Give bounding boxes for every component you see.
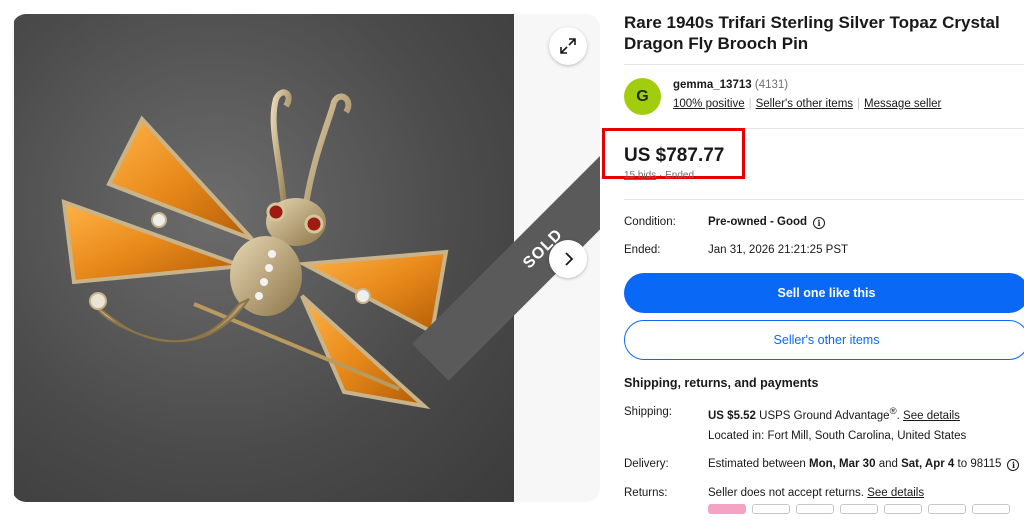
shipping-label: Shipping:	[624, 406, 672, 418]
returns-label: Returns:	[624, 487, 668, 499]
sell-one-like-this-button[interactable]: Sell one like this	[624, 273, 1024, 313]
item-details-panel: Rare 1940s Trifari Sterling Silver Topaz…	[602, 12, 1024, 499]
next-image-button[interactable]	[549, 240, 587, 278]
returns-see-details-link[interactable]: See details	[867, 487, 924, 499]
condition-label: Condition:	[624, 216, 676, 228]
seller-links: 100% positive | Seller's other items | Messa…	[673, 98, 942, 110]
seller-name-row: gemma_13713 (4131)	[673, 79, 788, 91]
divider	[624, 199, 1024, 200]
listing-title: Rare 1940s Trifari Sterling Silver Topaz…	[624, 13, 1000, 53]
divider	[624, 64, 1024, 65]
returns-value: Seller does not accept returns. See deta…	[708, 487, 925, 499]
seller-feedback-count: (4131)	[754, 79, 789, 91]
listing-page: SOLD Rare 1940s Trifari Sterling Silver …	[0, 0, 1024, 520]
seller-positive-link[interactable]: 100% positive	[673, 98, 745, 110]
image-gallery: SOLD	[12, 14, 600, 502]
seller-other-items-link[interactable]: Seller's other items	[756, 98, 853, 110]
bids-status: 15 bids · Ended	[624, 170, 695, 181]
message-seller-link[interactable]: Message seller	[864, 98, 941, 110]
seller-avatar[interactable]: G	[624, 78, 661, 115]
bids-link[interactable]: 15 bids	[624, 170, 656, 181]
item-price: US $787.77	[624, 145, 725, 166]
shipping-see-details-link[interactable]: See details	[903, 410, 960, 422]
payment-icon	[796, 504, 834, 514]
payment-icon	[752, 504, 790, 514]
product-photo[interactable]	[14, 14, 514, 502]
item-location: Located in: Fort Mill, South Carolina, U…	[708, 430, 967, 442]
sellers-other-items-button[interactable]: Seller's other items	[624, 320, 1024, 360]
payment-icon	[840, 504, 878, 514]
shipping-section-title: Shipping, returns, and payments	[624, 376, 819, 390]
info-icon[interactable]: i	[813, 217, 826, 229]
payment-icon	[972, 504, 1010, 514]
condition-value: Pre-owned - Good i	[708, 216, 826, 229]
ended-label: Ended:	[624, 244, 661, 256]
ended-value: Jan 31, 2026 21:21:25 PST	[708, 244, 849, 256]
expand-icon	[560, 38, 576, 54]
shipping-value: US $5.52 USPS Ground Advantage®. See det…	[708, 406, 960, 422]
seller-username[interactable]: gemma_13713	[673, 79, 752, 91]
payment-methods	[708, 504, 1010, 514]
dragonfly-brooch-image	[61, 89, 449, 410]
payment-icon	[928, 504, 966, 514]
delivery-label: Delivery:	[624, 458, 669, 470]
delivery-value: Estimated between Mon, Mar 30 and Sat, A…	[708, 458, 1020, 471]
payment-icon	[884, 504, 922, 514]
payment-icon	[708, 504, 746, 514]
expand-image-button[interactable]	[549, 27, 587, 65]
auction-status: Ended	[665, 170, 695, 181]
seller-card: G gemma_13713 (4131) 100% positive | Selle…	[624, 78, 1024, 134]
chevron-right-icon	[565, 252, 574, 266]
info-icon[interactable]: i	[1007, 459, 1020, 471]
